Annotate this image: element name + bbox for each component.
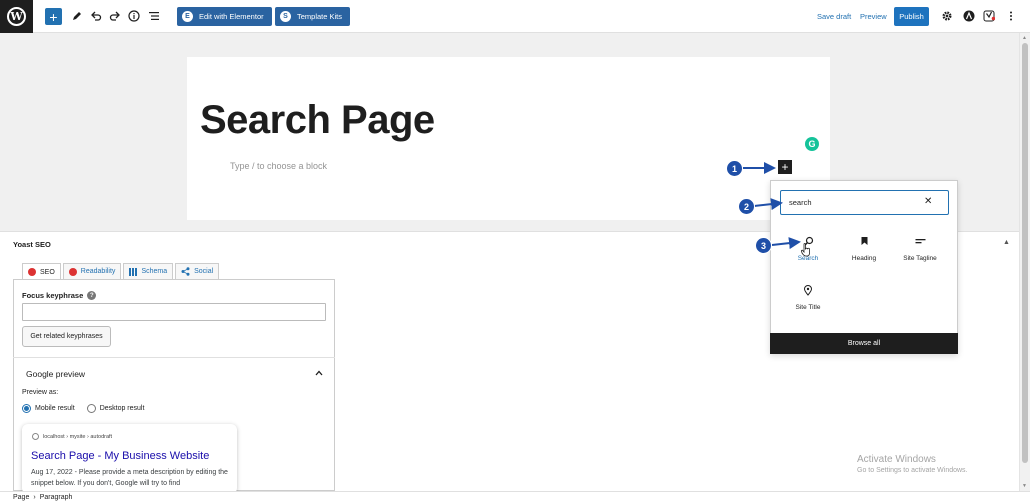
tab-readability[interactable]: Readability: [62, 263, 122, 279]
block-item-site-title-label: Site Title: [795, 304, 821, 311]
plus-icon: +: [781, 160, 789, 174]
tools-button[interactable]: [70, 9, 84, 23]
focus-keyphrase-label: Focus keyphrase ?: [22, 291, 97, 300]
details-button[interactable]: [127, 9, 141, 23]
edit-with-elementor-label: Edit with Elementor: [199, 12, 264, 21]
help-icon[interactable]: ?: [87, 291, 97, 300]
add-block-button[interactable]: +: [45, 8, 62, 25]
redo-button[interactable]: [108, 9, 122, 23]
breadcrumb-separator: ›: [33, 494, 36, 501]
tab-readability-label: Readability: [80, 268, 116, 275]
info-icon: [128, 10, 140, 22]
tab-schema[interactable]: Schema: [123, 263, 174, 279]
scroll-down-icon[interactable]: ▼: [1022, 483, 1027, 489]
template-kits-icon: S: [280, 11, 291, 22]
block-item-site-title[interactable]: Site Title: [778, 285, 838, 311]
tagline-icon: [915, 239, 925, 244]
seo-score-icon: [28, 268, 36, 276]
browse-all-button[interactable]: Browse all: [770, 333, 958, 354]
block-placeholder[interactable]: Type / to choose a block: [230, 161, 327, 171]
tab-schema-label: Schema: [141, 268, 168, 275]
edit-with-elementor-button[interactable]: E Edit with Elementor: [177, 7, 272, 26]
undo-icon: [91, 11, 102, 21]
mobile-result-label[interactable]: Mobile result: [35, 405, 75, 412]
google-preview-heading[interactable]: Google preview: [26, 369, 85, 379]
scroll-up-icon[interactable]: ▲: [1022, 35, 1027, 41]
mobile-result-radio[interactable]: [22, 404, 31, 413]
preview-mode-radios: Mobile result Desktop result: [22, 404, 144, 413]
focus-keyphrase-text: Focus keyphrase: [22, 291, 84, 300]
undo-button[interactable]: [89, 9, 103, 23]
annotation-badge-3: 3: [755, 237, 772, 254]
snippet-title[interactable]: Search Page - My Business Website: [31, 450, 209, 462]
grammarly-icon[interactable]: G: [805, 137, 819, 151]
bookmark-icon: [861, 237, 867, 245]
preview-button[interactable]: Preview: [860, 12, 887, 21]
breadcrumb-page[interactable]: Page: [13, 494, 29, 501]
yoast-icon: [983, 10, 995, 22]
watermark-line1: Activate Windows: [857, 454, 936, 465]
map-pin-icon: [803, 285, 813, 296]
watermark-line2: Go to Settings to activate Windows.: [857, 467, 968, 474]
desktop-result-label[interactable]: Desktop result: [100, 405, 145, 412]
save-draft-button[interactable]: Save draft: [817, 12, 851, 21]
preview-as-label: Preview as:: [22, 389, 59, 396]
annotation-badge-1: 1: [726, 160, 743, 177]
template-kits-button[interactable]: S Template Kits: [275, 7, 351, 26]
pencil-icon: [73, 12, 81, 20]
tab-seo[interactable]: SEO: [22, 263, 61, 280]
snippet-description[interactable]: Aug 17, 2022 - Please provide a meta des…: [31, 467, 231, 489]
hand-cursor-icon: [801, 243, 810, 257]
block-search-value: search: [789, 198, 812, 207]
publish-button[interactable]: Publish: [894, 7, 929, 26]
settings-button[interactable]: [940, 9, 954, 23]
snippet-date: Aug 17, 2022: [31, 469, 73, 476]
elementor-icon: E: [182, 11, 193, 22]
tab-social[interactable]: Social: [175, 263, 220, 279]
tab-social-label: Social: [194, 268, 214, 275]
yoast-tabs: SEO Readability Schema Social: [22, 263, 220, 280]
snippet-url-text: localhost › mysite › autodraft: [43, 433, 113, 440]
desktop-result-radio[interactable]: [86, 404, 96, 413]
block-item-site-tagline-label: Site Tagline: [903, 255, 937, 262]
block-item-heading-label: Heading: [851, 255, 877, 262]
plus-icon: +: [49, 8, 58, 25]
list-view-icon: [149, 12, 159, 20]
gear-icon: [942, 11, 952, 21]
tab-seo-label: SEO: [40, 268, 55, 276]
list-view-button[interactable]: [147, 9, 161, 23]
options-button[interactable]: [1004, 9, 1018, 23]
wordpress-logo-icon: W: [7, 6, 26, 26]
more-vertical-icon: [1010, 11, 1012, 21]
template-kits-label: Template Kits: [297, 12, 343, 21]
share-icon: [181, 267, 190, 276]
annotation-badge-2: 2: [738, 198, 755, 215]
readability-score-icon: [68, 267, 77, 276]
post-title[interactable]: Search Page: [200, 98, 435, 143]
chevron-up-icon[interactable]: [315, 369, 323, 377]
wordpress-logo-button[interactable]: W: [0, 0, 33, 33]
section-divider: [13, 357, 335, 358]
block-item-heading[interactable]: Heading: [834, 236, 894, 262]
scroll-thumb[interactable]: [1022, 43, 1028, 463]
collapse-icon[interactable]: ▲: [1003, 239, 1010, 246]
schema-grid-icon: [129, 267, 138, 276]
windows-watermark: Activate Windows Go to Settings to activ…: [857, 454, 968, 474]
page-scrollbar[interactable]: ▲ ▼: [1019, 33, 1030, 491]
snippet-url: localhost › mysite › autodraft: [32, 433, 112, 440]
yoast-button[interactable]: [982, 9, 996, 23]
block-breadcrumb: Page › Paragraph: [0, 491, 1030, 503]
block-item-site-tagline[interactable]: Site Tagline: [890, 236, 950, 262]
yoast-panel-title[interactable]: Yoast SEO: [13, 240, 51, 249]
redo-icon: [109, 11, 120, 21]
breadcrumb-paragraph[interactable]: Paragraph: [40, 494, 73, 501]
close-icon[interactable]: ✕: [924, 196, 932, 207]
astra-icon: [963, 10, 975, 22]
get-related-keyphrases-button[interactable]: Get related keyphrases: [22, 326, 111, 347]
focus-keyphrase-input[interactable]: [22, 303, 326, 321]
astra-button[interactable]: [962, 9, 976, 23]
globe-icon: [32, 433, 39, 440]
block-inserter-toggle[interactable]: +: [778, 160, 792, 174]
